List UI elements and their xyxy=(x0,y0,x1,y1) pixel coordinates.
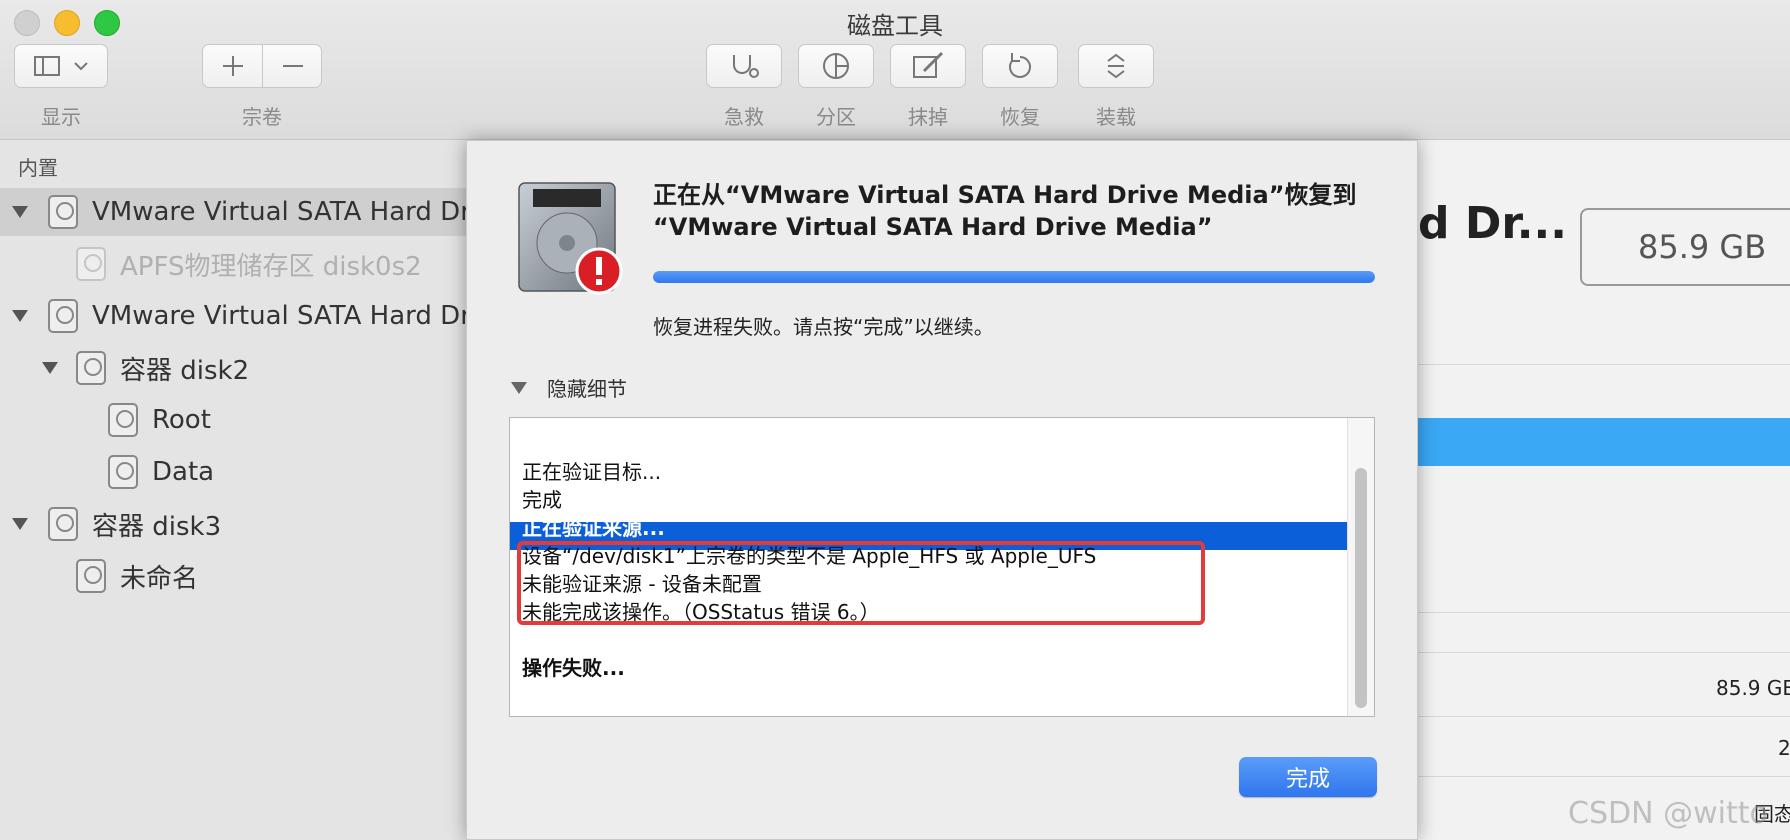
hard-disk-icon xyxy=(76,559,106,593)
capacity-value: 85.9 GB xyxy=(1716,676,1790,700)
sidebar-item-data[interactable]: Data xyxy=(0,448,470,496)
sidebar-item-disk1[interactable]: VMware Virtual SATA Hard Drive Media xyxy=(0,292,470,340)
window-title: 磁盘工具 xyxy=(847,12,943,40)
eraser-pencil-icon xyxy=(913,51,944,78)
hard-disk-icon xyxy=(76,351,106,385)
dialog-title-line: “VMware Virtual SATA Hard Drive Media” xyxy=(653,213,1213,241)
hard-disk-icon xyxy=(48,299,78,333)
sidebar-item-disk0[interactable]: VMware Virtual SATA Hard Drive Media xyxy=(0,188,470,236)
scrollbar[interactable] xyxy=(1347,418,1374,716)
sidebar-item-label: VMware Virtual SATA Hard Drive Media xyxy=(92,301,470,331)
mount-button[interactable] xyxy=(1078,44,1154,88)
watermark: CSDN @witto xyxy=(1568,796,1768,831)
done-button[interactable]: 完成 xyxy=(1239,757,1377,797)
sidebar-item-label: 未命名 xyxy=(120,563,199,594)
volume-label: 宗卷 xyxy=(242,105,282,129)
pie-partition-icon xyxy=(823,53,849,79)
sidebar-item-container-disk2[interactable]: 容器 disk2 xyxy=(0,344,470,392)
progress-bar xyxy=(653,271,1375,283)
partition-button[interactable] xyxy=(798,44,874,88)
sidebar-item-label: APFS物理储存区 disk0s2 xyxy=(120,251,422,282)
annotation-highlight-box xyxy=(517,541,1205,625)
log-line: 完成 xyxy=(522,488,562,512)
sidebar-item-root[interactable]: Root xyxy=(0,396,470,444)
sidebar-item-label: Data xyxy=(152,457,215,487)
stethoscope-icon xyxy=(733,55,759,78)
sidebar-item-label: 容器 disk2 xyxy=(120,355,250,386)
progress-fill xyxy=(653,271,1375,283)
sidebar-toggle-icon xyxy=(34,56,88,76)
sidebar-item-apfs-store[interactable]: APFS物理储存区 disk0s2 xyxy=(0,240,470,288)
disclosure-triangle-icon[interactable] xyxy=(511,381,527,394)
sidebar-item-label: 容器 disk3 xyxy=(92,511,222,542)
sidebar-item-label: VMware Virtual SATA Hard Drive Media xyxy=(92,197,470,227)
scrollbar-thumb[interactable] xyxy=(1355,468,1367,708)
log-line-selected: 正在验证来源... xyxy=(522,516,665,540)
erase-button[interactable] xyxy=(890,44,966,88)
detail-pane: d Dr... 85.9 GB 85.9 GB 2 固态 xyxy=(1418,140,1790,840)
partition-count-value: 2 xyxy=(1778,736,1790,760)
disclosure-triangle-icon[interactable] xyxy=(12,310,28,322)
hard-disk-icon xyxy=(108,455,138,489)
sidebar-item-untitled[interactable]: 未命名 xyxy=(0,552,470,600)
restore-button[interactable] xyxy=(982,44,1058,88)
partition-label: 分区 xyxy=(816,105,856,129)
disclosure-triangle-icon[interactable] xyxy=(12,206,28,218)
mount-label: 装载 xyxy=(1096,105,1136,129)
disclosure-triangle-icon[interactable] xyxy=(12,518,28,530)
hard-disk-icon xyxy=(48,195,78,229)
restore-arrow-icon xyxy=(1009,53,1031,78)
sidebar-item-label: Root xyxy=(152,405,211,435)
dialog-title: 正在从“VMware Virtual SATA Hard Drive Media… xyxy=(653,179,1373,243)
display-label: 显示 xyxy=(41,105,81,129)
restore-label: 恢复 xyxy=(1000,105,1040,129)
dialog-title-line: 正在从“VMware Virtual SATA Hard Drive Media… xyxy=(653,181,1357,209)
hard-drive-warning-icon xyxy=(518,182,623,295)
usage-bar xyxy=(1418,418,1790,466)
mount-icon xyxy=(1107,53,1125,79)
restore-dialog: 正在从“VMware Virtual SATA Hard Drive Media… xyxy=(466,140,1418,840)
log-line: 正在验证目标... xyxy=(522,460,662,484)
hide-details-toggle[interactable]: 隐藏细节 xyxy=(511,373,627,402)
display-button[interactable] xyxy=(14,44,108,88)
toolbar: 磁盘工具 显示 宗卷 急救 分区 抹掉 恢复 装载 xyxy=(0,0,1790,140)
status-message: 恢复进程失败。请点按“完成”以继续。 xyxy=(653,315,994,339)
hard-disk-icon xyxy=(48,507,78,541)
sidebar: 内置 VMware Virtual SATA Hard Drive Media … xyxy=(0,140,470,840)
sidebar-section-internal: 内置 xyxy=(18,156,58,180)
volume-control xyxy=(202,44,322,88)
first-aid-label: 急救 xyxy=(724,105,764,129)
hard-disk-icon xyxy=(108,403,138,437)
sidebar-item-container-disk3[interactable]: 容器 disk3 xyxy=(0,500,470,548)
disk-title: d Dr... xyxy=(1418,198,1567,249)
erase-label: 抹掉 xyxy=(908,105,948,129)
capacity-badge: 85.9 GB xyxy=(1580,208,1790,286)
log-line: 操作失败... xyxy=(522,656,625,680)
disclosure-triangle-icon[interactable] xyxy=(42,362,58,374)
hide-details-label: 隐藏细节 xyxy=(547,377,627,401)
hard-disk-icon xyxy=(76,247,106,281)
first-aid-button[interactable] xyxy=(706,44,782,88)
